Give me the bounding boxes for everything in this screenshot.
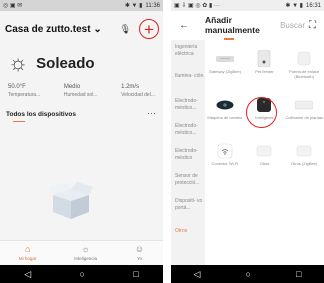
- devices-tab[interactable]: Todos los dispositivos: [6, 111, 76, 118]
- left-phone-screen: ◎ ▣ ✉ ✱ ▼ ▮ 11:36 Casa de zutto.test ⌄ 🎙…: [0, 0, 163, 283]
- category-item[interactable]: Dispositi- vo portá...: [171, 195, 205, 220]
- tab-add-manually[interactable]: Añadir manualmente: [205, 15, 266, 35]
- device-label: Conector Wi-Fi: [211, 161, 239, 166]
- tab-label: Yo: [136, 256, 142, 261]
- weather-condition: Soleado: [36, 54, 95, 72]
- device-label: Otros: [259, 161, 270, 166]
- weather-widget: ☼ Soleado: [8, 52, 95, 74]
- weather-stat-wind: 1.2m/s Velocidad del...: [121, 84, 155, 98]
- tab-underline: [13, 121, 25, 122]
- stat-label: Velocidad del...: [121, 91, 155, 98]
- status-bar: ▣ ⇩ ▣ ◎ ✿ ▮ ··· ✱ ▼ ▮ 16:31: [171, 0, 324, 11]
- weather-stat-humidity: Medio Humedad sol...: [64, 84, 98, 98]
- more-options-icon[interactable]: ···: [147, 108, 156, 118]
- android-nav-bar: ◁ ○ □: [171, 265, 324, 283]
- nav-home-icon[interactable]: ○: [80, 269, 85, 279]
- weather-stat-temperature: 50.0°F Temperatura...: [8, 84, 40, 98]
- device-tile[interactable]: Cultivador de plantas: [284, 86, 324, 130]
- signal-icon: ✱ ▼ ▮: [124, 3, 143, 9]
- bluetooth-gateway-icon: [292, 50, 316, 67]
- weather-stats: 50.0°F Temperatura... Medio Humedad sol...…: [8, 84, 155, 98]
- tab-label: Mi hogar: [18, 256, 37, 261]
- robot-cleaner-icon: [213, 96, 237, 113]
- smart-scene-icon: ☼: [81, 244, 90, 254]
- android-nav-bar: ◁ ○ □: [0, 265, 163, 283]
- stat-value: 50.0°F: [8, 84, 26, 90]
- tab-me[interactable]: ☺ Yo: [134, 244, 145, 262]
- device-label: Gateway (ZigBee): [208, 69, 241, 74]
- notification-icons: ▣ ⇩ ▣ ◎ ✿ ▮ ···: [174, 3, 220, 9]
- device-label: Puerta de enlace (Bluetooth): [289, 69, 320, 79]
- wifi-connector-icon: [213, 142, 237, 159]
- microphone-icon[interactable]: 🎙: [120, 24, 131, 35]
- stat-label: Humedad sol...: [63, 91, 98, 98]
- home-header: Casa de zutto.test ⌄ 🎙 +: [5, 17, 159, 41]
- device-label: Otros (ZigBee): [291, 161, 318, 166]
- stat-value: 1.2m/s: [121, 84, 140, 90]
- nav-back-icon[interactable]: ◁: [24, 269, 31, 280]
- nav-home-icon[interactable]: ○: [246, 269, 251, 279]
- category-item[interactable]: Sensor de protecció...: [171, 170, 205, 195]
- category-item[interactable]: Electrodo- méstico: [171, 145, 205, 170]
- category-item[interactable]: Ilumina- ción: [171, 70, 205, 95]
- bottom-tab-bar: ⌂ Mi hogar ☼ Inteligencia ☺ Yo: [0, 240, 163, 265]
- stat-value: Medio: [63, 84, 81, 90]
- add-device-header: ← Añadir manualmente Buscar ⛶: [171, 11, 324, 39]
- category-item[interactable]: Ingeniería eléctrica: [171, 40, 205, 70]
- device-tile[interactable]: Otros: [245, 132, 285, 176]
- device-tile[interactable]: Otros (ZigBee): [284, 132, 324, 176]
- zigbee-others-icon: [292, 142, 316, 159]
- device-tile[interactable]: Máquina de cambio: [205, 86, 245, 130]
- status-time: 16:31: [305, 2, 321, 9]
- notification-icons: ◎ ▣ ✉: [3, 3, 23, 9]
- category-item[interactable]: Electrodo- méstico...: [171, 95, 205, 120]
- home-name: Casa de zutto.test: [5, 23, 91, 35]
- status-time: 11:36: [145, 2, 160, 9]
- right-phone-screen: ▣ ⇩ ▣ ◎ ✿ ▮ ··· ✱ ▼ ▮ 16:31 ← Añadir man…: [171, 0, 324, 283]
- back-arrow-icon[interactable]: ←: [179, 20, 189, 31]
- signal-icon: ✱ ▼ ▮: [285, 3, 303, 9]
- status-bar: ◎ ▣ ✉ ✱ ▼ ▮ 11:36: [0, 0, 163, 11]
- plus-icon: +: [144, 19, 154, 39]
- category-item-others[interactable]: Otros: [171, 220, 205, 245]
- nav-recents-icon[interactable]: □: [133, 269, 138, 279]
- device-label: Máquina de cambio: [207, 115, 243, 120]
- home-icon: ⌂: [24, 244, 31, 254]
- nav-recents-icon[interactable]: □: [296, 269, 301, 279]
- tab-my-home[interactable]: ⌂ Mi hogar: [18, 244, 37, 262]
- nav-back-icon[interactable]: ◁: [194, 269, 201, 280]
- device-label: Cultivador de plantas: [285, 115, 323, 120]
- tab-label: Inteligencia: [74, 256, 98, 261]
- sun-icon: ☼: [8, 50, 29, 75]
- device-tile[interactable]: Conector Wi-Fi: [205, 132, 245, 176]
- stat-label: Temperatura...: [8, 91, 41, 98]
- device-tile[interactable]: Puerta de enlace (Bluetooth): [284, 40, 324, 84]
- tab-auto-scan[interactable]: Buscar: [280, 21, 305, 30]
- user-icon: ☺: [134, 244, 145, 254]
- device-label: Pet feeder: [255, 69, 274, 74]
- others-icon: [252, 142, 276, 159]
- tab-smart[interactable]: ☼ Inteligencia: [74, 244, 98, 262]
- chevron-down-icon: ⌄: [93, 23, 102, 35]
- home-selector[interactable]: Casa de zutto.test ⌄: [5, 24, 102, 35]
- status-right: ✱ ▼ ▮ 16:31: [285, 2, 321, 10]
- plant-grower-icon: [292, 96, 316, 113]
- highlight-circle: [246, 97, 277, 128]
- status-right: ✱ ▼ ▮ 11:36: [124, 2, 160, 10]
- add-device-button[interactable]: +: [139, 19, 159, 39]
- category-item[interactable]: Electrodo- méstico...: [171, 120, 205, 145]
- device-tile[interactable]: Pet feeder: [245, 40, 285, 84]
- category-sidebar: Ingeniería eléctrica Ilumina- ción Elect…: [171, 40, 205, 265]
- scan-icon[interactable]: ⛶: [309, 20, 316, 31]
- empty-box-illustration: [49, 182, 93, 219]
- gateway-icon: [213, 50, 237, 67]
- device-tile[interactable]: Gateway (ZigBee): [205, 40, 245, 84]
- pet-feeder-icon: [252, 50, 276, 67]
